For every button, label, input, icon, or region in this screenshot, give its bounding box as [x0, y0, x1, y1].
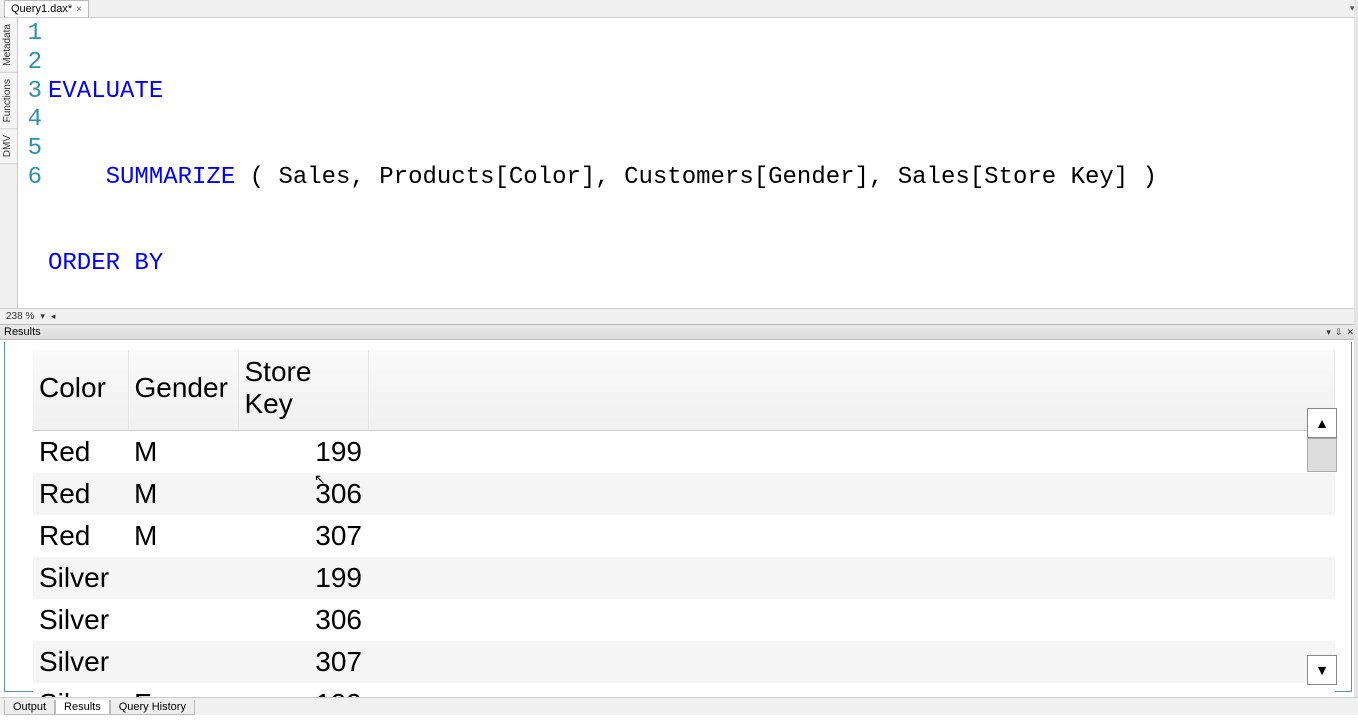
editor-area: Metadata Functions DMV 1 2 3 4 5 6 EVALU… [0, 18, 1358, 308]
tab-output[interactable]: Output [4, 700, 55, 715]
close-icon[interactable]: ✕ [1346, 327, 1354, 338]
table-row[interactable]: RedM306 [33, 473, 1335, 515]
column-header-color[interactable]: Color [33, 350, 128, 431]
line-number-gutter: 1 2 3 4 5 6 [18, 18, 48, 308]
window-edge [1354, 0, 1358, 697]
results-grid: Color Gender Store Key RedM199RedM306Red… [4, 342, 1352, 692]
cell-empty [368, 557, 1335, 599]
cell-color: Red [33, 515, 128, 557]
scroll-thumb[interactable] [1307, 438, 1337, 472]
cell-store-key: 199 [238, 557, 368, 599]
cell-store-key: 306 [238, 599, 368, 641]
tab-results[interactable]: Results [55, 700, 110, 715]
code-editor[interactable]: 1 2 3 4 5 6 EVALUATE SUMMARIZE ( Sales, … [18, 18, 1358, 308]
table-row[interactable]: Silver 307 [33, 641, 1335, 683]
line-number: 5 [18, 135, 42, 164]
file-tab-bar: Query1.dax* × ▾ [0, 0, 1358, 18]
side-tab-dmv[interactable]: DMV [0, 129, 17, 164]
results-table: Color Gender Store Key RedM199RedM306Red… [33, 350, 1335, 725]
line-number: 2 [18, 49, 42, 78]
side-tab-metadata[interactable]: Metadata [0, 18, 17, 73]
cell-store-key: 306 [238, 473, 368, 515]
side-tabs: Metadata Functions DMV [0, 18, 18, 308]
cell-color: Red [33, 473, 128, 515]
results-panel-header: Results ▾ ⇩ ✕ [0, 324, 1358, 340]
cell-empty [368, 431, 1335, 473]
close-icon[interactable]: × [76, 4, 82, 15]
cell-gender: M [128, 515, 238, 557]
line-number: 3 [18, 78, 42, 107]
chevron-down-icon: ▼ [1315, 662, 1329, 678]
function-name: SUMMARIZE [106, 164, 236, 191]
cell-store-key: 307 [238, 515, 368, 557]
cell-empty [368, 473, 1335, 515]
cell-empty [368, 599, 1335, 641]
line-number: 1 [18, 20, 42, 49]
line-number: 4 [18, 106, 42, 135]
cell-gender [128, 641, 238, 683]
pin-icon[interactable]: ⇩ [1335, 327, 1343, 338]
bottom-tab-bar: Output Results Query History [0, 697, 1358, 715]
zoom-bar: 238 % ▾ ◂ [0, 308, 1358, 324]
cell-color: Silver [33, 599, 128, 641]
file-tab[interactable]: Query1.dax* × [4, 0, 89, 17]
zoom-dropdown-icon[interactable]: ▾ [40, 311, 45, 322]
zoom-nav-left-icon[interactable]: ◂ [51, 311, 56, 322]
cell-store-key: 307 [238, 641, 368, 683]
column-header-gender[interactable]: Gender [128, 350, 238, 431]
code-text [48, 164, 106, 191]
cell-empty [368, 641, 1335, 683]
side-tab-functions[interactable]: Functions [0, 73, 17, 129]
table-row[interactable]: Silver 306 [33, 599, 1335, 641]
cell-gender: M [128, 431, 238, 473]
cell-color: Silver [33, 641, 128, 683]
code-content[interactable]: EVALUATE SUMMARIZE ( Sales, Products[Col… [48, 18, 1358, 308]
zoom-level[interactable]: 238 % [6, 311, 34, 322]
cell-store-key: 199 [238, 431, 368, 473]
keyword: ORDER BY [48, 250, 163, 277]
scroll-down-button[interactable]: ▼ [1307, 655, 1337, 685]
scroll-up-button[interactable]: ▲ [1307, 408, 1337, 438]
cell-empty [368, 515, 1335, 557]
chevron-up-icon: ▲ [1315, 415, 1329, 431]
tab-query-history[interactable]: Query History [110, 700, 195, 715]
keyword: EVALUATE [48, 78, 163, 105]
line-number: 6 [18, 164, 42, 193]
table-row[interactable]: Silver 199 [33, 557, 1335, 599]
cell-gender [128, 599, 238, 641]
column-header-store-key[interactable]: Store Key [238, 350, 368, 431]
column-header-empty [368, 350, 1335, 431]
table-header-row: Color Gender Store Key [33, 350, 1335, 431]
panel-dropdown-icon[interactable]: ▾ [1326, 327, 1331, 338]
file-tab-label: Query1.dax* [11, 3, 72, 15]
cell-gender: M [128, 473, 238, 515]
results-title: Results [4, 326, 41, 338]
cell-gender [128, 557, 238, 599]
cell-color: Red [33, 431, 128, 473]
table-row[interactable]: RedM199 [33, 431, 1335, 473]
table-row[interactable]: RedM307 [33, 515, 1335, 557]
code-text: ( Sales, Products[Color], Customers[Gend… [235, 164, 1157, 191]
cell-color: Silver [33, 557, 128, 599]
